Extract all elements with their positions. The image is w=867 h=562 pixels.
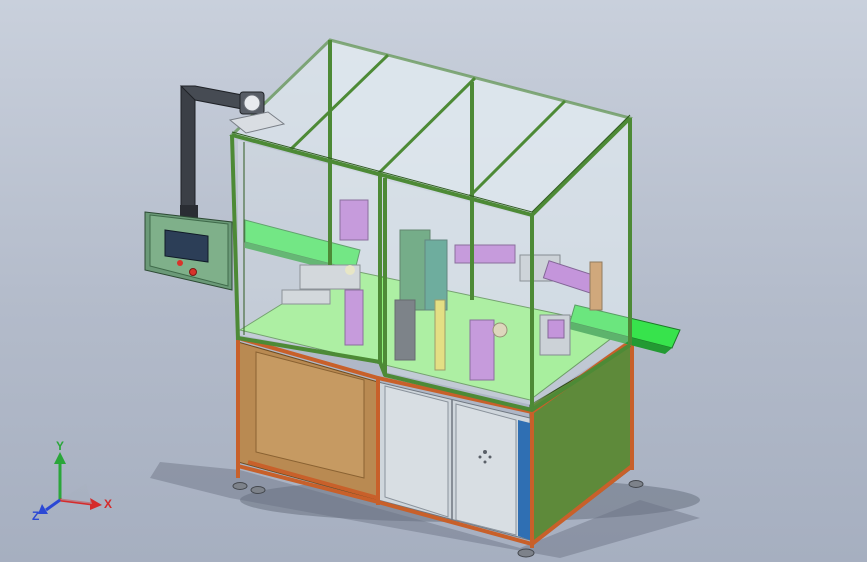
door-screw-2 — [478, 455, 482, 459]
y-axis-label: Y — [56, 440, 64, 453]
front-glass-left — [238, 140, 380, 360]
door-screw-3 — [488, 455, 492, 459]
stop-button — [189, 268, 197, 276]
z-axis-label: Z — [32, 509, 39, 523]
hmi-panel[interactable] — [144, 211, 233, 291]
left-door[interactable] — [384, 385, 449, 518]
z-axis-arrow — [45, 498, 61, 512]
door-side-strip — [518, 420, 530, 540]
y-axis-head — [54, 452, 66, 464]
door-lock[interactable] — [483, 450, 487, 454]
orientation-triad[interactable]: Y X Z — [30, 440, 120, 530]
front-glass-right — [385, 180, 532, 405]
x-axis-head — [90, 498, 102, 510]
machine-model[interactable] — [0, 0, 867, 562]
right-door[interactable] — [455, 403, 517, 536]
cad-viewport[interactable]: Y X Z — [0, 0, 867, 562]
x-axis-label: X — [104, 497, 112, 511]
emergency-stop-button — [177, 260, 183, 266]
hmi-screen — [164, 229, 209, 263]
door-screw-1 — [483, 460, 487, 464]
